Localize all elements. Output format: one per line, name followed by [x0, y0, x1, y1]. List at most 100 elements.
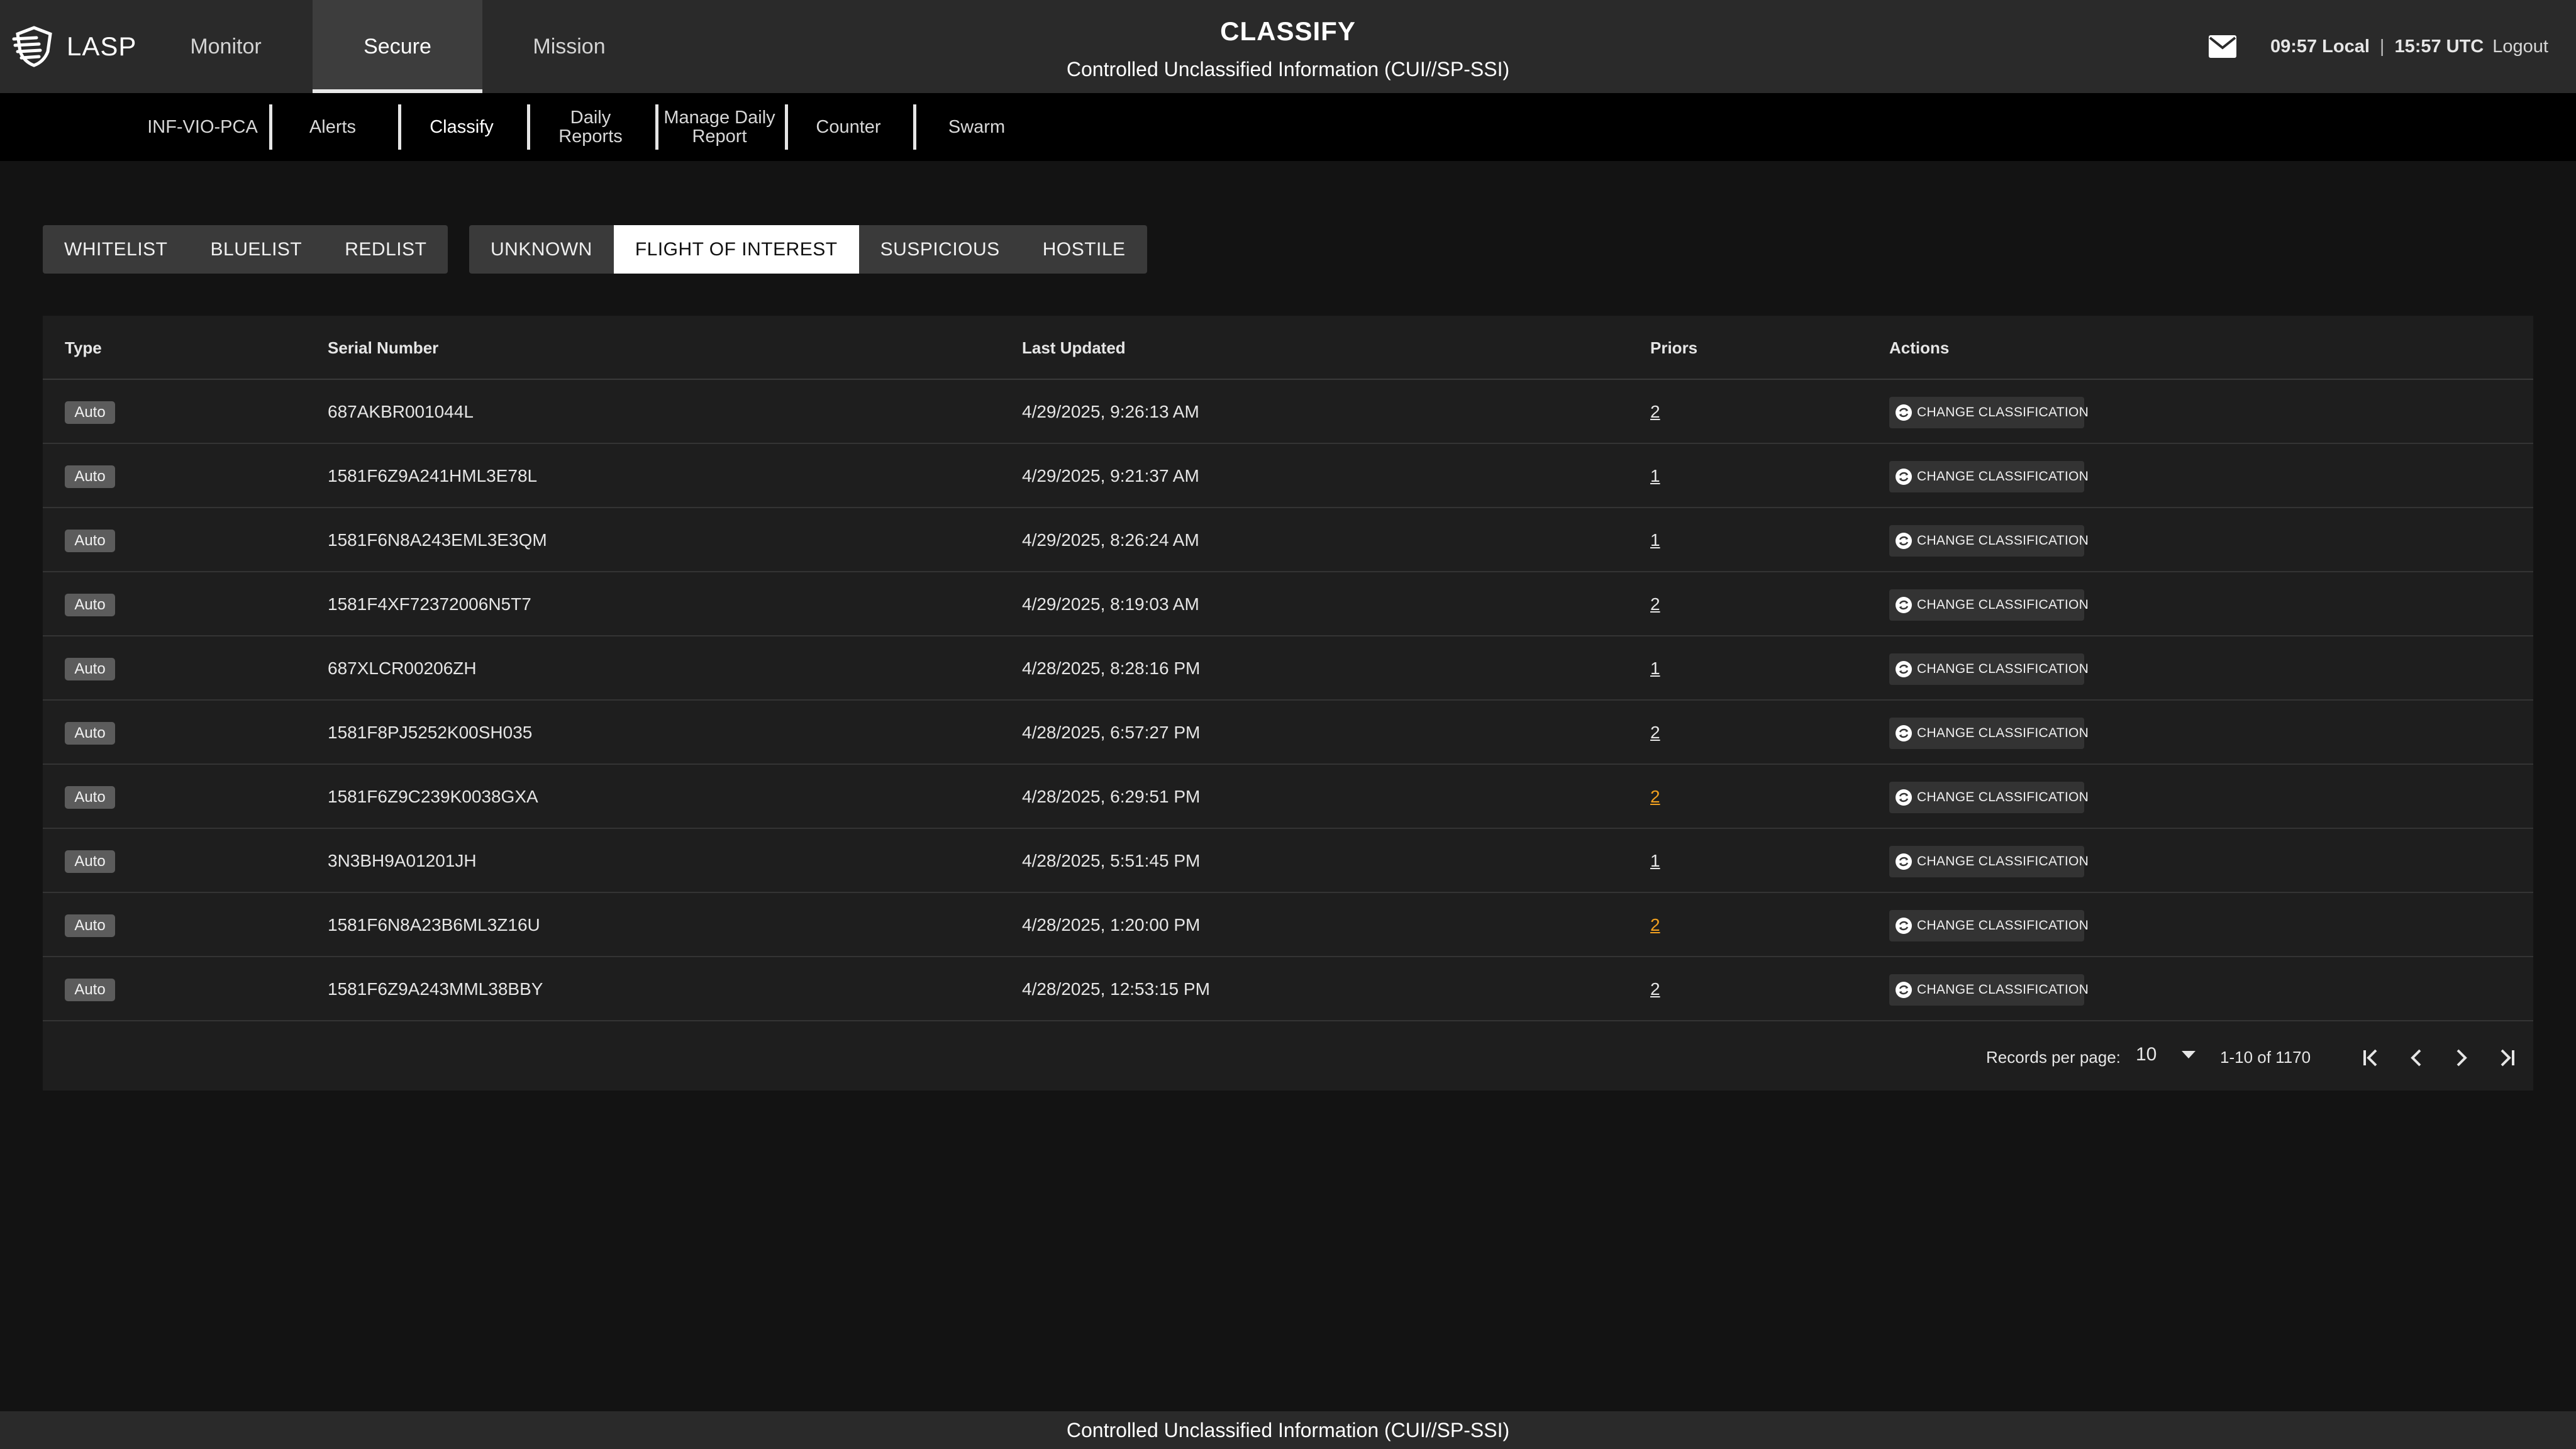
serial-number: 1581F6Z9A241HML3E78L — [328, 466, 538, 486]
priors-link[interactable]: 1 — [1650, 657, 1660, 680]
sync-icon — [1896, 725, 1912, 741]
tab-mission[interactable]: Mission — [484, 0, 654, 93]
priors-link[interactable]: 1 — [1650, 528, 1660, 552]
whitelist-button[interactable]: WHITELIST — [43, 225, 189, 274]
last-page-icon — [2501, 1049, 2514, 1067]
table-row[interactable]: Auto 687AKBR001044L 4/29/2025, 9:26:13 A… — [43, 380, 2533, 444]
type-badge: Auto — [65, 979, 115, 1001]
priors-link[interactable]: 2 — [1650, 785, 1660, 809]
table-row[interactable]: Auto 1581F6N8A23B6ML3Z16U 4/28/2025, 1:2… — [43, 893, 2533, 957]
subtab-counter[interactable]: Counter — [786, 104, 911, 150]
priors-link[interactable]: 2 — [1650, 977, 1660, 1001]
pagination: Records per page: 10 1-10 of 1170 — [43, 1026, 2533, 1089]
shield-wing-icon — [12, 26, 52, 67]
footer-classification-banner: Controlled Unclassified Information (CUI… — [0, 1411, 2576, 1449]
utc-time: 15:57 — [2394, 36, 2441, 57]
priors-link[interactable]: 2 — [1650, 721, 1660, 745]
subtab-manage-daily-report[interactable]: Manage Daily Report — [657, 104, 782, 150]
last-updated: 4/28/2025, 1:20:00 PM — [1022, 915, 1201, 935]
serial-number: 3N3BH9A01201JH — [328, 851, 477, 870]
sync-icon — [1896, 661, 1912, 677]
change-classification-button[interactable]: CHANGE CLASSIFICATION — [1889, 718, 2089, 749]
priors-link[interactable]: 1 — [1650, 464, 1660, 488]
table-row[interactable]: Auto 1581F4XF72372006N5T7 4/29/2025, 8:1… — [43, 572, 2533, 636]
logout-link[interactable]: Logout — [2492, 36, 2548, 57]
table-row[interactable]: Auto 687XLCR00206ZH 4/28/2025, 8:28:16 P… — [43, 636, 2533, 701]
table-row[interactable]: Auto 1581F6Z9C239K0038GXA 4/28/2025, 6:2… — [43, 765, 2533, 829]
redlist-button[interactable]: REDLIST — [323, 225, 448, 274]
classification-table: Type Serial Number Last Updated Priors A… — [43, 316, 2533, 1091]
bluelist-button[interactable]: BLUELIST — [189, 225, 324, 274]
subtab-classify[interactable]: Classify — [399, 104, 525, 150]
column-serial-number[interactable]: Serial Number — [328, 338, 438, 358]
app-logo[interactable]: LASP — [11, 21, 136, 72]
table-row[interactable]: Auto 1581F6Z9A243MML38BBY 4/28/2025, 12:… — [43, 957, 2533, 1021]
change-classification-button[interactable]: CHANGE CLASSIFICATION — [1889, 397, 2089, 428]
priors-link[interactable]: 2 — [1650, 592, 1660, 616]
classification-banner: Controlled Unclassified Information (CUI… — [1066, 58, 1510, 80]
priors-link[interactable]: 1 — [1650, 849, 1660, 873]
category-filter-group: UNKNOWN FLIGHT OF INTEREST SUSPICIOUS HO… — [469, 225, 1147, 274]
subtab-daily-reports[interactable]: Daily Reports — [528, 104, 653, 150]
last-updated: 4/29/2025, 8:19:03 AM — [1022, 594, 1199, 614]
first-page-icon — [2363, 1049, 2377, 1067]
page-range: 1-10 of 1170 — [2220, 1048, 2311, 1067]
change-classification-button[interactable]: CHANGE CLASSIFICATION — [1889, 846, 2089, 877]
subtab-inf-vio-pca[interactable]: INF-VIO-PCA — [140, 104, 265, 150]
serial-number: 1581F6N8A243EML3E3QM — [328, 530, 547, 550]
table-row[interactable]: Auto 1581F8PJ5252K00SH035 4/28/2025, 6:5… — [43, 701, 2533, 765]
change-classification-button[interactable]: CHANGE CLASSIFICATION — [1889, 525, 2089, 557]
priors-link[interactable]: 2 — [1650, 913, 1660, 937]
sync-icon — [1896, 853, 1912, 870]
first-page-button[interactable] — [2356, 1043, 2386, 1073]
type-badge: Auto — [65, 401, 115, 424]
column-type[interactable]: Type — [65, 338, 102, 358]
last-updated: 4/28/2025, 6:57:27 PM — [1022, 723, 1201, 742]
unknown-button[interactable]: UNKNOWN — [469, 225, 614, 274]
priors-link[interactable]: 2 — [1650, 400, 1660, 424]
prev-page-button[interactable] — [2401, 1043, 2431, 1073]
subtab-label: Daily Reports — [558, 108, 623, 147]
utc-label: UTC — [2446, 36, 2484, 57]
change-classification-button[interactable]: CHANGE CLASSIFICATION — [1889, 461, 2089, 492]
table-row[interactable]: Auto 1581F6N8A243EML3E3QM 4/29/2025, 8:2… — [43, 508, 2533, 572]
tab-monitor[interactable]: Monitor — [141, 0, 311, 93]
type-badge: Auto — [65, 850, 115, 873]
next-page-button[interactable] — [2446, 1043, 2477, 1073]
last-page-button[interactable] — [2492, 1043, 2522, 1073]
type-badge: Auto — [65, 786, 115, 809]
records-per-page-select[interactable]: 10 — [2136, 1044, 2196, 1065]
subtab-swarm[interactable]: Swarm — [914, 104, 1040, 150]
tab-secure-label: Secure — [364, 34, 431, 58]
table-row[interactable]: Auto 1581F6Z9A241HML3E78L 4/29/2025, 9:2… — [43, 444, 2533, 508]
flight-of-interest-button[interactable]: FLIGHT OF INTEREST — [613, 225, 859, 274]
mail-icon[interactable] — [2207, 34, 2238, 59]
change-classification-button[interactable]: CHANGE CLASSIFICATION — [1889, 653, 2089, 685]
hostile-button[interactable]: HOSTILE — [1021, 225, 1147, 274]
bluelist-label: BLUELIST — [210, 238, 303, 260]
local-time: 09:57 — [2270, 36, 2318, 57]
last-updated: 4/28/2025, 12:53:15 PM — [1022, 979, 1210, 999]
change-classification-button[interactable]: CHANGE CLASSIFICATION — [1889, 589, 2089, 621]
type-badge: Auto — [65, 465, 115, 488]
column-last-updated[interactable]: Last Updated — [1022, 338, 1126, 358]
time-separator: | — [2379, 36, 2385, 57]
sync-icon — [1896, 982, 1912, 998]
change-classification-button[interactable]: CHANGE CLASSIFICATION — [1889, 782, 2089, 813]
serial-number: 687AKBR001044L — [328, 402, 474, 421]
serial-number: 1581F6N8A23B6ML3Z16U — [328, 915, 540, 935]
suspicious-button[interactable]: SUSPICIOUS — [859, 225, 1021, 274]
tab-secure[interactable]: Secure — [313, 0, 482, 93]
last-updated: 4/29/2025, 8:26:24 AM — [1022, 530, 1199, 550]
change-classification-button[interactable]: CHANGE CLASSIFICATION — [1889, 974, 2089, 1006]
subtab-alerts[interactable]: Alerts — [270, 104, 396, 150]
change-classification-label: CHANGE CLASSIFICATION — [1917, 854, 2089, 869]
column-priors[interactable]: Priors — [1650, 338, 1697, 358]
change-classification-label: CHANGE CLASSIFICATION — [1917, 405, 2089, 419]
change-classification-label: CHANGE CLASSIFICATION — [1917, 533, 2089, 548]
column-actions: Actions — [1889, 338, 1950, 357]
whitelist-label: WHITELIST — [64, 238, 168, 260]
sync-icon — [1896, 533, 1912, 549]
change-classification-button[interactable]: CHANGE CLASSIFICATION — [1889, 910, 2089, 941]
table-row[interactable]: Auto 3N3BH9A01201JH 4/28/2025, 5:51:45 P… — [43, 829, 2533, 893]
